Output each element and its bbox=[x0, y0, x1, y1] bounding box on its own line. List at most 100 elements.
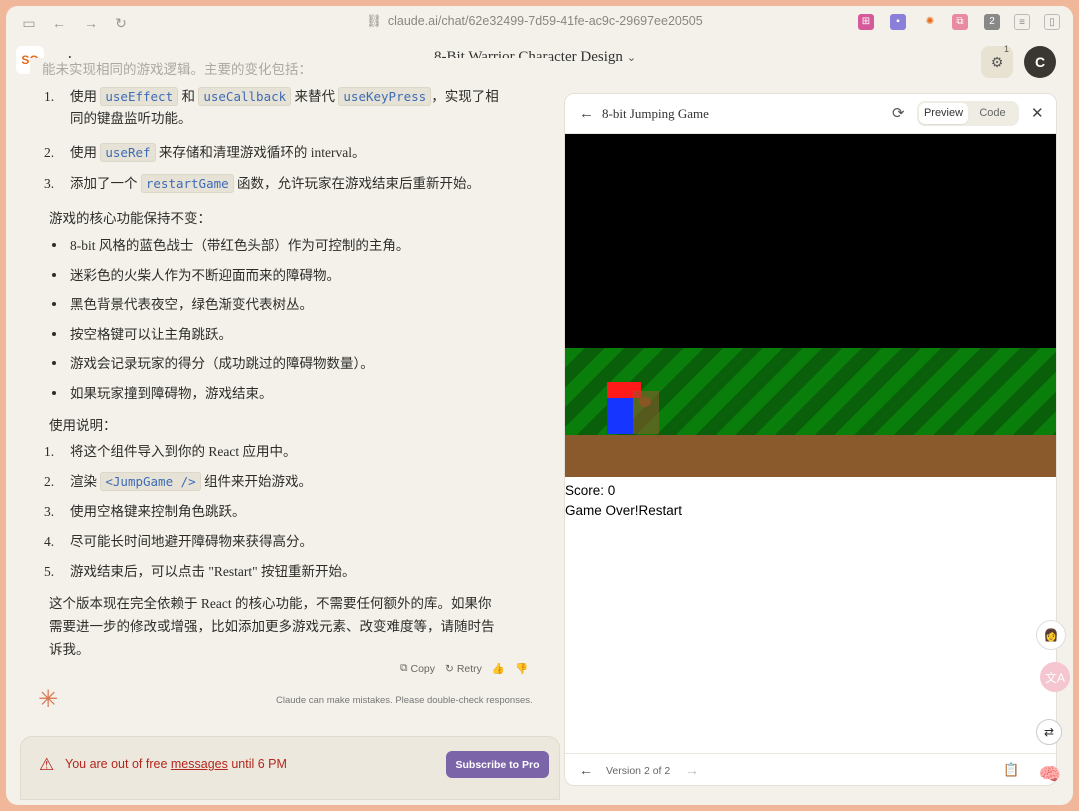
text: 使用 bbox=[70, 145, 101, 160]
copy-button[interactable]: ⧉ Copy bbox=[400, 662, 435, 675]
reload-icon[interactable]: ↻ bbox=[112, 14, 130, 32]
close-icon[interactable]: ✕ bbox=[1031, 104, 1044, 122]
usage-heading: 使用说明： bbox=[49, 418, 117, 433]
text: 使用空格键来控制角色跳跃。 bbox=[70, 504, 246, 519]
back-arrow-icon[interactable]: ← bbox=[579, 105, 594, 122]
thumbs-up-icon: 👍 bbox=[491, 663, 505, 675]
extension-icon[interactable]: ≡ bbox=[1014, 14, 1030, 30]
thumbs-up-button[interactable]: 👍 bbox=[492, 662, 505, 675]
assistant-avatar-icon[interactable]: 👩 bbox=[1036, 620, 1066, 650]
list-item: 5. 游戏结束后，可以点击 "Restart" 按钮重新开始。 bbox=[44, 562, 356, 592]
text: 这个版本现在完全依赖于 React 的核心功能，不需要任何额外的库。如果你 bbox=[49, 596, 492, 611]
hero-body bbox=[607, 398, 633, 434]
obstacle bbox=[633, 391, 659, 434]
core-list: 8-bit 风格的蓝色战士（带红色头部）作为可控制的主角。 迷彩色的火柴人作为不… bbox=[44, 236, 409, 413]
restart-button[interactable]: Restart bbox=[639, 503, 683, 518]
version-label: Version 2 of 2 bbox=[606, 765, 671, 777]
extension-icon[interactable]: 2 bbox=[984, 14, 1000, 30]
core-heading: 游戏的核心功能保持不变： bbox=[49, 211, 211, 226]
avatar[interactable]: C bbox=[1024, 46, 1056, 78]
extension-icon[interactable]: ⧉ bbox=[952, 14, 968, 30]
score-label: Score: 0 bbox=[565, 483, 616, 498]
inline-code: useEffect bbox=[100, 87, 179, 106]
text: 来替代 bbox=[291, 89, 339, 104]
text: 将这个组件导入到你的 React 应用中。 bbox=[70, 444, 297, 459]
translate-page-icon[interactable]: ⇄ bbox=[1036, 719, 1062, 745]
refresh-icon[interactable]: ⟳ bbox=[892, 104, 905, 122]
text: You are out of free bbox=[65, 757, 171, 771]
text: 同的键盘监听功能。 bbox=[70, 111, 192, 126]
truncated-line: 能未实现相同的游戏逻辑。主要的变化包括： bbox=[42, 62, 312, 77]
text: 添加了一个 bbox=[70, 176, 141, 191]
text: until 6 PM bbox=[227, 757, 287, 771]
list-item: 按空格键可以让主角跳跃。 bbox=[44, 325, 409, 355]
game-over-text: Game Over! bbox=[565, 503, 639, 518]
text: 来存储和清理游戏循环的 interval。 bbox=[155, 145, 366, 160]
bullet bbox=[52, 361, 56, 365]
artifact-footer: ← Version 2 of 2 → 📋 bbox=[565, 753, 1056, 785]
extension-icon[interactable]: ✺ bbox=[922, 14, 938, 30]
rate-limit-alert: ⚠ You are out of free messages until 6 P… bbox=[20, 736, 560, 800]
list-item: 2. 渲染 <JumpGame /> 组件来开始游戏。 bbox=[44, 472, 356, 502]
text: 尽可能长时间地避开障碍物来获得高分。 bbox=[70, 534, 313, 549]
game-preview[interactable]: Score: 0 Game Over!Restart bbox=[565, 134, 1056, 521]
sliders-icon: ⚙ bbox=[990, 53, 1004, 70]
copy-label: Copy bbox=[410, 662, 436, 675]
forward-arrow-icon[interactable]: → bbox=[82, 14, 100, 32]
list-number: 1. bbox=[44, 89, 55, 104]
thumbs-down-icon: 👎 bbox=[515, 663, 529, 675]
translate-icon[interactable]: 文A bbox=[1040, 662, 1070, 692]
bullet bbox=[52, 302, 56, 306]
sidebar-toggle-icon[interactable]: ▭ bbox=[20, 14, 38, 32]
back-arrow-icon[interactable]: ← bbox=[50, 14, 68, 32]
address-bar[interactable]: ⛓ claude.ai/chat/62e32499-7d59-41fe-ac9c-… bbox=[366, 14, 703, 29]
link-icon: ⛓ bbox=[366, 14, 382, 28]
messages-link[interactable]: messages bbox=[171, 757, 228, 771]
list-item: 3. 添加了一个 restartGame 函数，允许玩家在游戏结束后重新开始。 bbox=[44, 173, 480, 195]
text: 按空格键可以让主角跳跃。 bbox=[70, 326, 232, 342]
list-item: 1. 使用 useEffect 和 useCallback 来替代 useKey… bbox=[44, 86, 499, 130]
list-item: 黑色背景代表夜空，绿色渐变代表树丛。 bbox=[44, 295, 409, 325]
list-item: 迷彩色的火柴人作为不断迎面而来的障碍物。 bbox=[44, 266, 409, 296]
text: 迷彩色的火柴人作为不断迎面而来的障碍物。 bbox=[70, 267, 340, 283]
previous-version-icon[interactable]: ← bbox=[579, 762, 593, 778]
text: 如果玩家撞到障碍物，游戏结束。 bbox=[70, 385, 273, 401]
text: 函数，允许玩家在游戏结束后重新开始。 bbox=[233, 176, 481, 191]
tab-code[interactable]: Code bbox=[968, 103, 1017, 124]
list-item: 如果玩家撞到障碍物，游戏结束。 bbox=[44, 384, 409, 414]
text: 需要进一步的修改或增强，比如添加更多游戏元素、改变难度等，请随时告 bbox=[49, 619, 495, 634]
inline-code: restartGame bbox=[140, 174, 234, 193]
changes-list: 1. 使用 useEffect 和 useCallback 来替代 useKey… bbox=[44, 86, 499, 130]
tab-preview[interactable]: Preview bbox=[919, 103, 968, 124]
text: 和 bbox=[178, 89, 199, 104]
next-version-icon[interactable]: → bbox=[685, 762, 699, 778]
list-item: 8-bit 风格的蓝色战士（带红色头部）作为可控制的主角。 bbox=[44, 236, 409, 266]
subscribe-button[interactable]: Subscribe to Pro bbox=[446, 751, 549, 778]
chat-transcript: 能未实现相同的游戏逻辑。主要的变化包括： 1. 使用 useEffect 和 u… bbox=[30, 58, 550, 663]
warning-icon: ⚠ bbox=[39, 755, 55, 774]
artifact-header: ← 8-bit Jumping Game ⟳ Preview Code ✕ bbox=[565, 94, 1056, 134]
split-view-icon[interactable]: ▯ bbox=[1044, 14, 1060, 30]
disclaimer: Claude can make mistakes. Please double-… bbox=[276, 695, 533, 706]
list-item: 游戏会记录玩家的得分（成功跳过的障碍物数量）。 bbox=[44, 354, 409, 384]
extension-icon[interactable]: ⊞ bbox=[858, 14, 874, 30]
text: 游戏会记录玩家的得分（成功跳过的障碍物数量）。 bbox=[70, 356, 374, 371]
text: 8-bit 风格的蓝色战士（带红色头部）作为可控制的主角。 bbox=[70, 238, 410, 253]
text: 游戏结束后，可以点击 "Restart" 按钮重新开始。 bbox=[70, 564, 356, 579]
text: 组件来开始游戏。 bbox=[200, 474, 313, 489]
clipboard-icon[interactable]: 📋 bbox=[1003, 762, 1019, 778]
list-number: 2. bbox=[44, 145, 55, 160]
usage-list: 1. 将这个组件导入到你的 React 应用中。 2. 渲染 <JumpGame /… bbox=[44, 442, 356, 592]
list-item: 2. 使用 useRef 来存储和清理游戏循环的 interval。 bbox=[44, 142, 366, 164]
inline-code: useRef bbox=[100, 143, 156, 162]
browser-toolbar: ▭ ← → ↻ ⛓ claude.ai/chat/62e32499-7d59-41… bbox=[6, 6, 1073, 40]
inline-code: useCallback bbox=[198, 87, 292, 106]
game-over-line: Game Over!Restart bbox=[565, 501, 1056, 521]
brain-icon[interactable]: 🧠 bbox=[1036, 760, 1064, 788]
bullet bbox=[52, 331, 56, 336]
thumbs-down-button[interactable]: 👎 bbox=[515, 662, 528, 675]
retry-button[interactable]: ↻ Retry bbox=[445, 662, 482, 675]
extension-icon[interactable]: ▪ bbox=[890, 14, 906, 30]
list-number: 4. bbox=[44, 534, 55, 549]
artifact-panel: ← 8-bit Jumping Game ⟳ Preview Code ✕ Sc… bbox=[564, 93, 1057, 786]
